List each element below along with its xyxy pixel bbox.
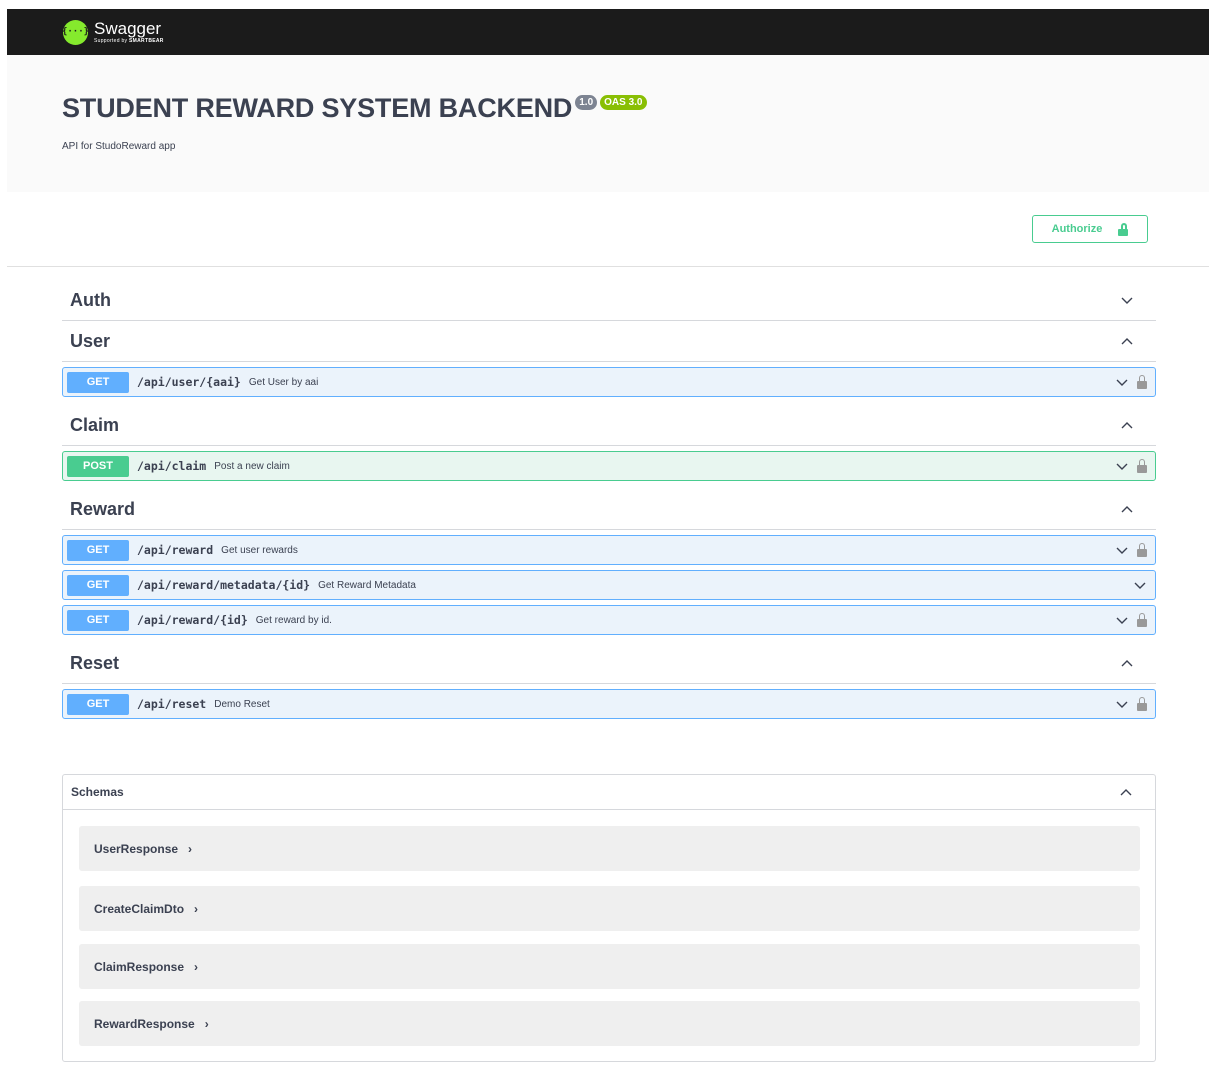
chevron-down-icon[interactable] — [1115, 459, 1129, 473]
operation-summary: Get User by aai — [248, 376, 319, 388]
method-badge: POST — [67, 455, 129, 477]
model-rewardresponse[interactable]: RewardResponse › — [79, 1001, 1140, 1046]
operation-row[interactable]: GET/api/reward/{id} Get reward by id. — [62, 605, 1156, 635]
operation-controls — [1115, 613, 1147, 627]
model-claimresponse[interactable]: ClaimResponse › — [79, 944, 1140, 989]
tag-name: Reset — [70, 652, 120, 673]
schemas-header[interactable]: Schemas — [63, 775, 1155, 810]
operation-path: /api/user/{aai} — [137, 375, 241, 389]
chevron-down-icon[interactable] — [1133, 578, 1147, 592]
scheme-container: Authorize — [7, 192, 1209, 267]
lock-icon[interactable] — [1137, 543, 1147, 557]
tag-claim[interactable]: Claim — [62, 405, 1156, 446]
operation-summary: Get reward by id. — [255, 614, 332, 626]
operation-summary: Demo Reset — [214, 698, 270, 710]
method-badge: GET — [67, 693, 129, 715]
operation-controls — [1115, 543, 1147, 557]
operation-controls — [1115, 459, 1147, 473]
chevron-down-icon[interactable] — [1115, 543, 1129, 557]
operation-row[interactable]: GET/api/reward Get user rewards — [62, 535, 1156, 565]
lock-icon[interactable] — [1137, 459, 1147, 473]
api-description: API for StudoReward app — [62, 141, 176, 152]
operation-row[interactable]: GET/api/reset Demo Reset — [62, 689, 1156, 719]
operation-summary: Post a new claim — [214, 460, 290, 472]
tag-name: User — [70, 330, 111, 351]
swagger-logo-icon: {···} — [62, 19, 89, 45]
page-title: STUDENT REWARD SYSTEM BACKEND — [62, 93, 573, 123]
chevron-right-icon: › — [194, 901, 199, 916]
tag-reward[interactable]: Reward — [62, 489, 1156, 530]
authorize-button[interactable]: Authorize — [1032, 215, 1148, 243]
chevron-up-icon[interactable] — [1120, 656, 1134, 670]
operation-path: /api/claim — [137, 459, 207, 473]
operation-controls — [1115, 697, 1147, 711]
authorize-label: Authorize — [1051, 223, 1103, 235]
chevron-right-icon: › — [188, 841, 193, 856]
tag-name: Claim — [70, 414, 120, 435]
operation-row[interactable]: POST/api/claim Post a new claim — [62, 451, 1156, 481]
method-badge: GET — [67, 574, 129, 596]
tag-name: Auth — [70, 289, 111, 310]
chevron-right-icon: › — [194, 959, 199, 974]
model-name: ClaimResponse — [94, 959, 185, 974]
operation-controls — [1115, 375, 1147, 389]
model-name: RewardResponse — [94, 1016, 195, 1031]
logo-sub: Supported by SMARTBEAR — [94, 39, 164, 44]
tag-auth[interactable]: Auth — [62, 280, 1156, 321]
operation-path: /api/reward — [137, 543, 214, 557]
chevron-up-icon[interactable] — [1119, 785, 1133, 799]
operation-summary: Get user rewards — [221, 544, 298, 556]
logo-sub-prefix: Supported by — [94, 38, 130, 44]
method-badge: GET — [67, 609, 129, 631]
chevron-up-icon[interactable] — [1120, 334, 1134, 348]
model-name: CreateClaimDto — [94, 901, 185, 916]
tag-user[interactable]: User — [62, 321, 1156, 362]
lock-icon[interactable] — [1137, 697, 1147, 711]
operation-path: /api/reward/metadata/{id} — [137, 578, 311, 592]
chevron-down-icon[interactable] — [1115, 375, 1129, 389]
title-row: STUDENT REWARD SYSTEM BACKEND 1.0 OAS 3.… — [62, 93, 647, 124]
topbar: {···} Swagger Supported by SMARTBEAR — [7, 9, 1209, 55]
logo-text: Swagger Supported by SMARTBEAR — [94, 20, 164, 44]
operation-row[interactable]: GET/api/reward/metadata/{id} Get Reward M… — [62, 570, 1156, 600]
schemas-title: Schemas — [71, 785, 124, 799]
operation-path: /api/reward/{id} — [137, 613, 248, 627]
api-info: STUDENT REWARD SYSTEM BACKEND 1.0 OAS 3.… — [7, 55, 1209, 192]
lock-icon[interactable] — [1137, 375, 1147, 389]
logo-sub-brand: SMARTBEAR — [129, 38, 164, 44]
method-badge: GET — [67, 371, 129, 393]
schemas-section: Schemas UserResponse › CreateClaimDto › Clai… — [62, 774, 1156, 1062]
tag-name: Reward — [70, 498, 136, 519]
operation-controls — [1133, 578, 1147, 592]
method-badge: GET — [67, 539, 129, 561]
chevron-down-icon[interactable] — [1120, 293, 1134, 307]
chevron-down-icon[interactable] — [1115, 697, 1129, 711]
chevron-up-icon[interactable] — [1120, 418, 1134, 432]
lock-icon[interactable] — [1137, 613, 1147, 627]
operation-path: /api/reset — [137, 697, 207, 711]
operations-list: Auth User GET/api/user/{aai} Get User by aa… — [62, 280, 1156, 727]
chevron-down-icon[interactable] — [1115, 613, 1129, 627]
chevron-up-icon[interactable] — [1120, 502, 1134, 516]
tag-reset[interactable]: Reset — [62, 643, 1156, 684]
model-userresponse[interactable]: UserResponse › — [79, 826, 1140, 871]
oas-badge: OAS 3.0 — [600, 95, 647, 110]
version-badge: 1.0 — [575, 95, 598, 110]
unlocked-icon — [1118, 222, 1129, 236]
logo-name: Swagger — [94, 19, 162, 38]
chevron-right-icon: › — [204, 1016, 209, 1031]
swagger-logo[interactable]: {···} Swagger Supported by SMARTBEAR — [62, 19, 164, 45]
model-createclaimdto[interactable]: CreateClaimDto › — [79, 886, 1140, 931]
operation-row[interactable]: GET/api/user/{aai} Get User by aai — [62, 367, 1156, 397]
operation-summary: Get Reward Metadata — [318, 579, 416, 591]
model-name: UserResponse — [94, 841, 179, 856]
